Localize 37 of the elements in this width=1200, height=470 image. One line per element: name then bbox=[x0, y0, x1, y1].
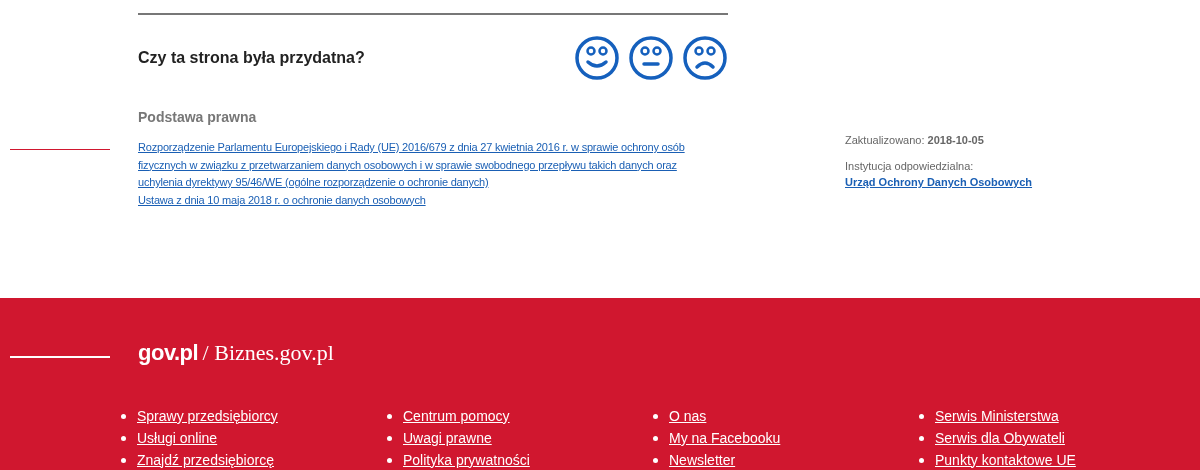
bullet-icon bbox=[653, 435, 658, 441]
bullet-icon bbox=[387, 457, 392, 463]
footer-link[interactable]: Punkty kontaktowe UE bbox=[935, 449, 1076, 470]
footer-link[interactable]: Usługi online bbox=[137, 427, 218, 449]
bullet-icon bbox=[121, 457, 126, 463]
logo-site[interactable]: / Biznes.gov.pl bbox=[202, 340, 334, 365]
bullet-icon bbox=[387, 435, 392, 441]
footer-link[interactable]: Uwagi prawne bbox=[403, 427, 492, 449]
bullet-icon bbox=[653, 457, 658, 463]
legal-link[interactable]: Ustawa z dnia 10 maja 2018 r. o ochronie danych osobowych bbox=[138, 191, 713, 209]
footer-link[interactable]: Serwis Ministerstwa bbox=[935, 405, 1059, 427]
logo-brand[interactable]: gov.pl bbox=[138, 340, 199, 365]
sad-face-icon[interactable] bbox=[682, 35, 728, 81]
footer-link[interactable]: Znajdź przedsiębiorcę bbox=[137, 449, 274, 470]
institution-link[interactable]: Urząd Ochrony Danych Osobowych bbox=[845, 176, 1033, 188]
happy-face-icon[interactable] bbox=[574, 35, 620, 81]
footer-link[interactable]: Centrum pomocy bbox=[403, 405, 510, 427]
footer-link[interactable]: My na Facebooku bbox=[669, 427, 781, 449]
updated-date: 2018-10-05 bbox=[927, 134, 984, 146]
bullet-icon bbox=[653, 413, 658, 419]
bullet-icon bbox=[919, 457, 924, 463]
institution-label: Instytucja odpowiedzialna: bbox=[845, 158, 975, 174]
footer-link[interactable]: Sprawy przedsiębiorcy bbox=[137, 405, 278, 427]
section-heading: Podstawa prawna bbox=[138, 108, 258, 127]
feedback-question: Czy ta strona była przydatna? bbox=[138, 48, 365, 68]
neutral-face-icon[interactable] bbox=[628, 35, 674, 81]
updated-label: Zaktualizowano: bbox=[845, 134, 925, 146]
footer-link[interactable]: Newsletter bbox=[669, 449, 736, 470]
footer-link[interactable]: O nas bbox=[669, 405, 707, 427]
legal-link[interactable]: Rozporządzenie Parlamentu Europejskiego i Rady (UE) 2016/679 z dnia 27 kwietnia 2016 r. w sprawie ochrony osób fizycznych w związku z przetwarzaniem danych osobowych i w sprawie swobodnego przepływu takich danych oraz uchylenia dyrektywy 95/46/WE (ogólne rozporządzenie o ochronie danych) bbox=[138, 139, 713, 192]
footer-link[interactable]: Polityka prywatności bbox=[403, 449, 530, 470]
bullet-icon bbox=[121, 413, 126, 419]
footer-link[interactable]: Serwis dla Obywateli bbox=[935, 427, 1065, 449]
bullet-icon bbox=[919, 435, 924, 441]
bullet-icon bbox=[387, 413, 392, 419]
bullet-icon bbox=[121, 435, 126, 441]
bullet-icon bbox=[919, 413, 924, 419]
